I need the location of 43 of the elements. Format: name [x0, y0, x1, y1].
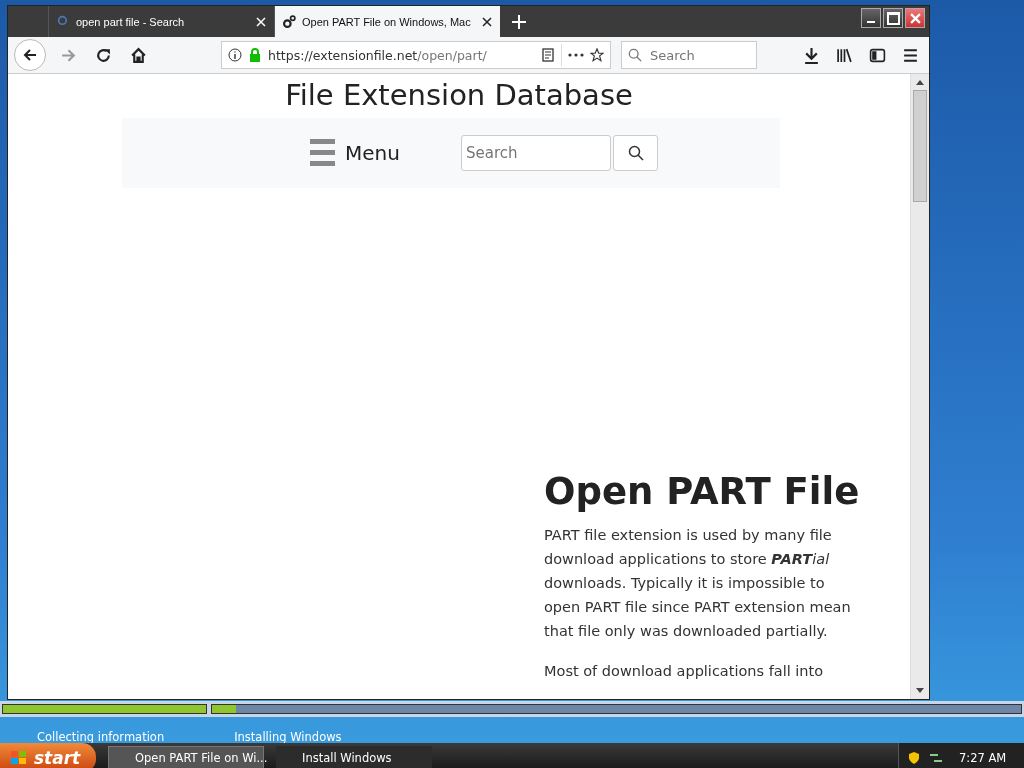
padlock-icon	[248, 48, 262, 62]
back-button[interactable]	[14, 39, 46, 71]
close-icon	[909, 12, 921, 24]
url-text: https://extensionfile.net/open/part/	[268, 47, 488, 63]
scroll-down-icon[interactable]	[916, 688, 924, 694]
info-icon[interactable]	[228, 48, 242, 62]
start-button[interactable]: start	[0, 743, 96, 768]
close-icon[interactable]	[482, 16, 492, 27]
more-icon[interactable]	[568, 53, 584, 57]
article-paragraph: PART file extension is used by many file download applications to store PARTial downloads. Typically it is impossible to open PART file since PART extension mean that file only was downloaded partially.	[544, 526, 852, 641]
star-icon[interactable]	[590, 48, 604, 62]
close-button[interactable]	[905, 8, 925, 28]
maximize-button[interactable]	[883, 8, 903, 28]
back-arrow-icon	[22, 47, 38, 63]
site-title: File Extension Database	[285, 78, 633, 112]
search-field[interactable]: Search	[461, 135, 611, 171]
browser-tab[interactable]: Open PART File on Windows, Mac	[274, 6, 500, 37]
setup-step: Installing Windows	[234, 731, 342, 743]
library-icon[interactable]	[836, 46, 853, 64]
menu-button[interactable]: Menu	[310, 139, 400, 167]
new-tab-icon[interactable]	[512, 14, 526, 29]
address-bar[interactable]: https://extensionfile.net/open/part/	[221, 41, 611, 69]
clock: 7:27 AM	[959, 751, 1007, 765]
search-field[interactable]: Search	[621, 41, 757, 69]
article-paragraph: Most of download applications fall into	[544, 662, 825, 681]
windows-flag-icon	[10, 750, 28, 766]
network-icon[interactable]	[929, 751, 943, 765]
taskbar-button[interactable]: Install Windows	[276, 746, 432, 768]
home-icon[interactable]	[130, 46, 147, 64]
scroll-up-icon[interactable]	[916, 79, 924, 85]
reader-view-icon[interactable]	[541, 48, 555, 62]
sidebar-icon[interactable]	[869, 46, 886, 64]
hamburger-icon	[310, 139, 335, 167]
setup-step: Collecting information	[37, 731, 165, 743]
minimize-button[interactable]	[861, 8, 881, 28]
scrollbar[interactable]	[910, 74, 929, 699]
reload-icon[interactable]	[95, 46, 112, 64]
menu-icon[interactable]	[902, 46, 919, 64]
search-button[interactable]	[613, 135, 658, 171]
download-icon[interactable]	[803, 46, 820, 64]
shield-icon[interactable]	[907, 751, 921, 765]
scrollbar-thumb[interactable]	[913, 90, 927, 202]
gear-icon	[283, 15, 296, 28]
